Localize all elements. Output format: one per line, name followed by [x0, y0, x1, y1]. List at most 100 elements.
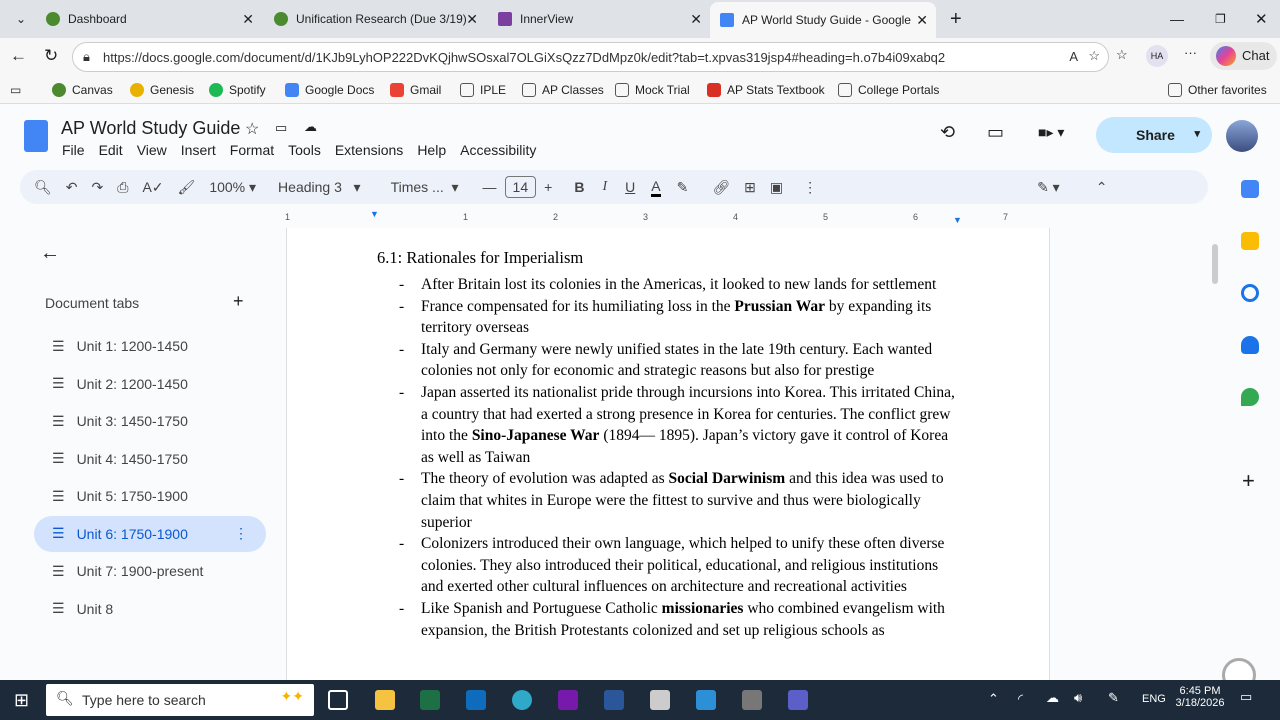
more-options-icon[interactable]: ⋮	[803, 179, 817, 196]
font-select[interactable]: Times ... ▾	[391, 179, 459, 196]
paint-format-icon[interactable]: 🖌︎	[178, 179, 196, 196]
taskbar-search[interactable]: 🔍︎ Type here to search ✦✦	[46, 684, 314, 716]
italic-icon[interactable]: I	[602, 179, 607, 195]
sidebar-item-unit-6[interactable]: ☰ Unit 6: 1750-1900 ⋮	[34, 515, 266, 552]
notifications-icon[interactable]: ▭	[1240, 689, 1252, 705]
close-window-button[interactable]: ✕	[1245, 4, 1278, 34]
style-select[interactable]: Heading 3 ▾	[278, 179, 361, 196]
new-tab-button[interactable]: +	[940, 4, 972, 34]
windows-start-icon[interactable]: ⊞	[14, 690, 29, 711]
docs-logo-icon[interactable]	[24, 120, 48, 152]
menu-accessibility[interactable]: Accessibility	[460, 142, 536, 158]
sidebar-item-unit-3[interactable]: ☰ Unit 3: 1450-1750	[34, 403, 266, 439]
wifi-icon[interactable]: ◜	[1018, 691, 1023, 707]
version-history-icon[interactable]: ⟲	[940, 122, 955, 143]
maximize-button[interactable]: ❐	[1205, 4, 1236, 34]
maps-icon[interactable]	[1241, 388, 1259, 406]
edge-icon[interactable]	[512, 690, 532, 710]
tab-actions-icon[interactable]: ▭	[10, 83, 21, 97]
keep-icon[interactable]	[1241, 232, 1259, 250]
favorite-star-icon[interactable]: ☆	[1088, 48, 1100, 64]
bookmark-genesis[interactable]: Genesis	[130, 83, 194, 97]
menu-edit[interactable]: Edit	[99, 142, 123, 158]
bookmark-spotify[interactable]: Spotify	[209, 83, 266, 97]
menu-help[interactable]: Help	[417, 142, 446, 158]
move-folder-icon[interactable]: ▭	[275, 120, 287, 136]
minimize-button[interactable]: —	[1160, 4, 1194, 34]
search-menus-icon[interactable]: 🔍︎	[34, 179, 52, 196]
show-hidden-icons[interactable]: ⌃	[988, 691, 999, 707]
menu-format[interactable]: Format	[230, 142, 274, 158]
insert-image-icon[interactable]: ▣	[770, 179, 783, 196]
back-icon[interactable]: ←	[10, 46, 27, 66]
close-tab-icon[interactable]: ✕	[916, 12, 928, 29]
menu-insert[interactable]: Insert	[181, 142, 216, 158]
editing-mode-icon[interactable]: ✎ ▾	[1037, 179, 1060, 196]
bookmark-gmail[interactable]: Gmail	[390, 83, 441, 97]
decrease-font-size[interactable]: —	[483, 179, 497, 195]
tab-unification[interactable]: Unification Research (Due 3/19) ✕	[264, 4, 486, 34]
close-tab-icon[interactable]: ✕	[242, 11, 254, 28]
refresh-icon[interactable]: ↻	[44, 46, 58, 66]
text-color-icon[interactable]: A	[651, 178, 661, 197]
hide-menus-icon[interactable]: ⌃	[1096, 179, 1108, 196]
font-size-input[interactable]: 14	[504, 176, 537, 198]
store-icon[interactable]	[650, 690, 670, 710]
sidebar-item-unit-1[interactable]: ☰ Unit 1: 1200-1450	[34, 328, 266, 364]
redo-icon[interactable]: ↷	[92, 179, 104, 196]
print-icon[interactable]: ⎙	[117, 179, 128, 196]
language-indicator[interactable]: ENG	[1142, 693, 1166, 705]
tab-innerview[interactable]: InnerView ✕	[488, 4, 710, 34]
contacts-icon[interactable]	[1241, 336, 1259, 354]
sidebar-item-unit-2[interactable]: ☰ Unit 2: 1200-1450	[34, 366, 266, 402]
doc-title[interactable]: AP World Study Guide	[61, 118, 240, 139]
scrollbar-thumb[interactable]	[1212, 244, 1218, 284]
word-icon[interactable]	[604, 690, 624, 710]
clock[interactable]: 6:45 PM 3/18/2026	[1172, 685, 1228, 709]
more-icon[interactable]: ···	[1184, 45, 1197, 60]
excel-icon[interactable]	[420, 690, 440, 710]
highlight-icon[interactable]: ✎	[677, 179, 689, 196]
underline-icon[interactable]: U	[625, 179, 635, 195]
read-aloud-icon[interactable]: A	[1069, 49, 1078, 64]
increase-font-size[interactable]: +	[544, 179, 552, 195]
url-input[interactable]: 🔒︎ https://docs.google.com/document/d/1KJ…	[72, 42, 1109, 72]
tab-dashboard[interactable]: Dashboard ✕	[36, 4, 262, 34]
star-icon[interactable]: ☆	[245, 119, 259, 139]
sidebar-item-unit-7[interactable]: ☰ Unit 7: 1900-present	[34, 553, 266, 589]
comments-icon[interactable]: ▭	[987, 122, 1004, 143]
bookmark-mock-trial[interactable]: Mock Trial	[615, 83, 690, 97]
share-button[interactable]: Share ▾	[1096, 117, 1212, 153]
back-arrow-icon[interactable]: ←	[40, 242, 60, 265]
tab-options-icon[interactable]: ⋮	[234, 525, 248, 542]
right-indent-marker[interactable]: ▼	[953, 215, 962, 225]
bookmark-college-portals[interactable]: College Portals	[838, 83, 939, 97]
get-addons-icon[interactable]: +	[1242, 468, 1255, 494]
bookmark-ap-classes[interactable]: AP Classes	[522, 83, 604, 97]
undo-icon[interactable]: ↶	[66, 179, 78, 196]
bookmark-canvas[interactable]: Canvas	[52, 83, 113, 97]
pen-icon[interactable]: ✎	[1108, 690, 1119, 706]
add-comment-icon[interactable]: ⊞	[744, 179, 756, 196]
task-view-icon[interactable]	[328, 690, 348, 710]
indent-marker[interactable]: ▼	[370, 209, 379, 219]
zoom-select[interactable]: 100% ▾	[209, 179, 256, 196]
profile-avatar[interactable]: HA	[1146, 45, 1168, 67]
meet-icon[interactable]: ■▸ ▾	[1038, 124, 1064, 141]
favorites-icon[interactable]: ☆	[1116, 47, 1128, 63]
onenote-icon[interactable]	[558, 690, 578, 710]
tasks-icon[interactable]	[1241, 284, 1259, 302]
sidebar-item-unit-4[interactable]: ☰ Unit 4: 1450-1750	[34, 441, 266, 477]
bookmark-iple[interactable]: IPLE	[460, 83, 506, 97]
calculator-icon[interactable]	[742, 690, 762, 710]
mail-icon[interactable]	[696, 690, 716, 710]
copilot-chat-button[interactable]: Chat	[1210, 42, 1278, 70]
teams-icon[interactable]	[788, 690, 808, 710]
other-favorites[interactable]: Other favorites	[1168, 83, 1267, 97]
close-tab-icon[interactable]: ✕	[690, 11, 702, 28]
sidebar-item-unit-8[interactable]: ☰ Unit 8	[34, 591, 266, 627]
calendar-icon[interactable]	[1241, 180, 1259, 198]
menu-file[interactable]: File	[62, 142, 85, 158]
tab-list-button[interactable]: ⌄	[6, 4, 34, 34]
file-explorer-icon[interactable]	[375, 690, 395, 710]
